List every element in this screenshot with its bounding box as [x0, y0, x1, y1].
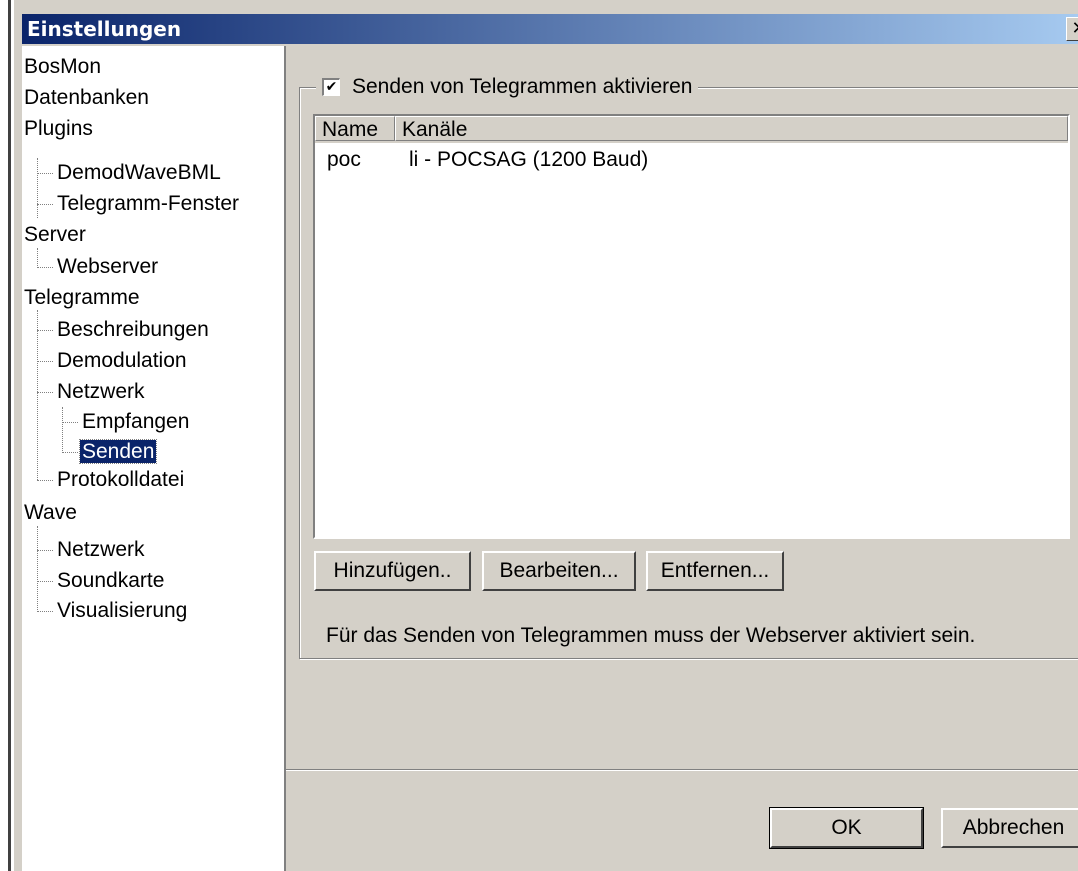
divider [286, 769, 1078, 771]
enable-sending-checkbox[interactable]: ✔ [322, 78, 340, 96]
table-row[interactable]: poc li - POCSAG (1200 Baud) [315, 146, 1068, 174]
tree-item-datenbanken[interactable]: Datenbanken [22, 83, 151, 113]
add-button[interactable]: Hinzufügen.. [314, 551, 471, 591]
tree-item-beschreibungen[interactable]: Beschreibungen [55, 315, 211, 345]
close-icon[interactable]: ✕ [1066, 17, 1078, 41]
tree-item-netzwerk-wave[interactable]: Netzwerk [55, 535, 147, 565]
settings-tree[interactable]: BosMon Datenbanken Plugins DemodWaveBML … [22, 46, 286, 871]
tree-item-server[interactable]: Server [22, 220, 88, 250]
tree-item-protokolldatei[interactable]: Protokolldatei [55, 465, 186, 495]
row-channel-cell: li - POCSAG (1200 Baud) [409, 148, 649, 171]
background-window-edge [0, 0, 14, 871]
title-bar[interactable]: Einstellungen ✕ [22, 14, 1078, 44]
tree-item-netzwerk-telegramme[interactable]: Netzwerk [55, 377, 147, 407]
tree-item-soundkarte[interactable]: Soundkarte [55, 566, 166, 596]
edit-button[interactable]: Bearbeiten... [482, 551, 636, 591]
tree-item-visualisierung[interactable]: Visualisierung [55, 596, 189, 626]
send-targets-list[interactable]: Name Kanäle poc li - POCSAG (1200 Baud) [313, 114, 1070, 539]
tree-item-telegramme[interactable]: Telegramme [22, 283, 142, 313]
enable-sending-label: Senden von Telegrammen aktivieren [352, 75, 693, 98]
list-header: Name Kanäle [315, 116, 1068, 143]
column-header-name[interactable]: Name [315, 116, 395, 141]
webserver-required-hint: Für das Senden von Telegrammen muss der … [326, 624, 976, 647]
tree-item-plugins[interactable]: Plugins [22, 114, 95, 144]
cancel-button[interactable]: Abbrechen [941, 808, 1078, 848]
column-header-kanaele[interactable]: Kanäle [395, 116, 1068, 141]
tree-item-wave[interactable]: Wave [22, 498, 79, 528]
remove-button[interactable]: Entfernen... [646, 551, 784, 591]
tree-item-demodulation[interactable]: Demodulation [55, 346, 189, 376]
tree-item-webserver[interactable]: Webserver [55, 252, 160, 282]
tree-item-bosmon[interactable]: BosMon [22, 52, 103, 82]
window-title: Einstellungen [27, 17, 182, 41]
settings-dialog: Einstellungen ✕ BosMon Datenbanken Plugi… [0, 0, 1078, 871]
tree-item-empfangen[interactable]: Empfangen [80, 407, 191, 437]
settings-content: ✔ Senden von Telegrammen aktivieren Name… [286, 46, 1078, 871]
tree-item-senden[interactable]: Senden [78, 437, 158, 467]
row-name-cell: poc [327, 148, 361, 171]
enable-sending-checkbox-row[interactable]: ✔ Senden von Telegrammen aktivieren [316, 71, 699, 103]
ok-button[interactable]: OK [769, 807, 924, 849]
tree-item-telegramm-fenster[interactable]: Telegramm-Fenster [55, 189, 241, 219]
tree-item-demodwavebml[interactable]: DemodWaveBML [55, 158, 223, 188]
